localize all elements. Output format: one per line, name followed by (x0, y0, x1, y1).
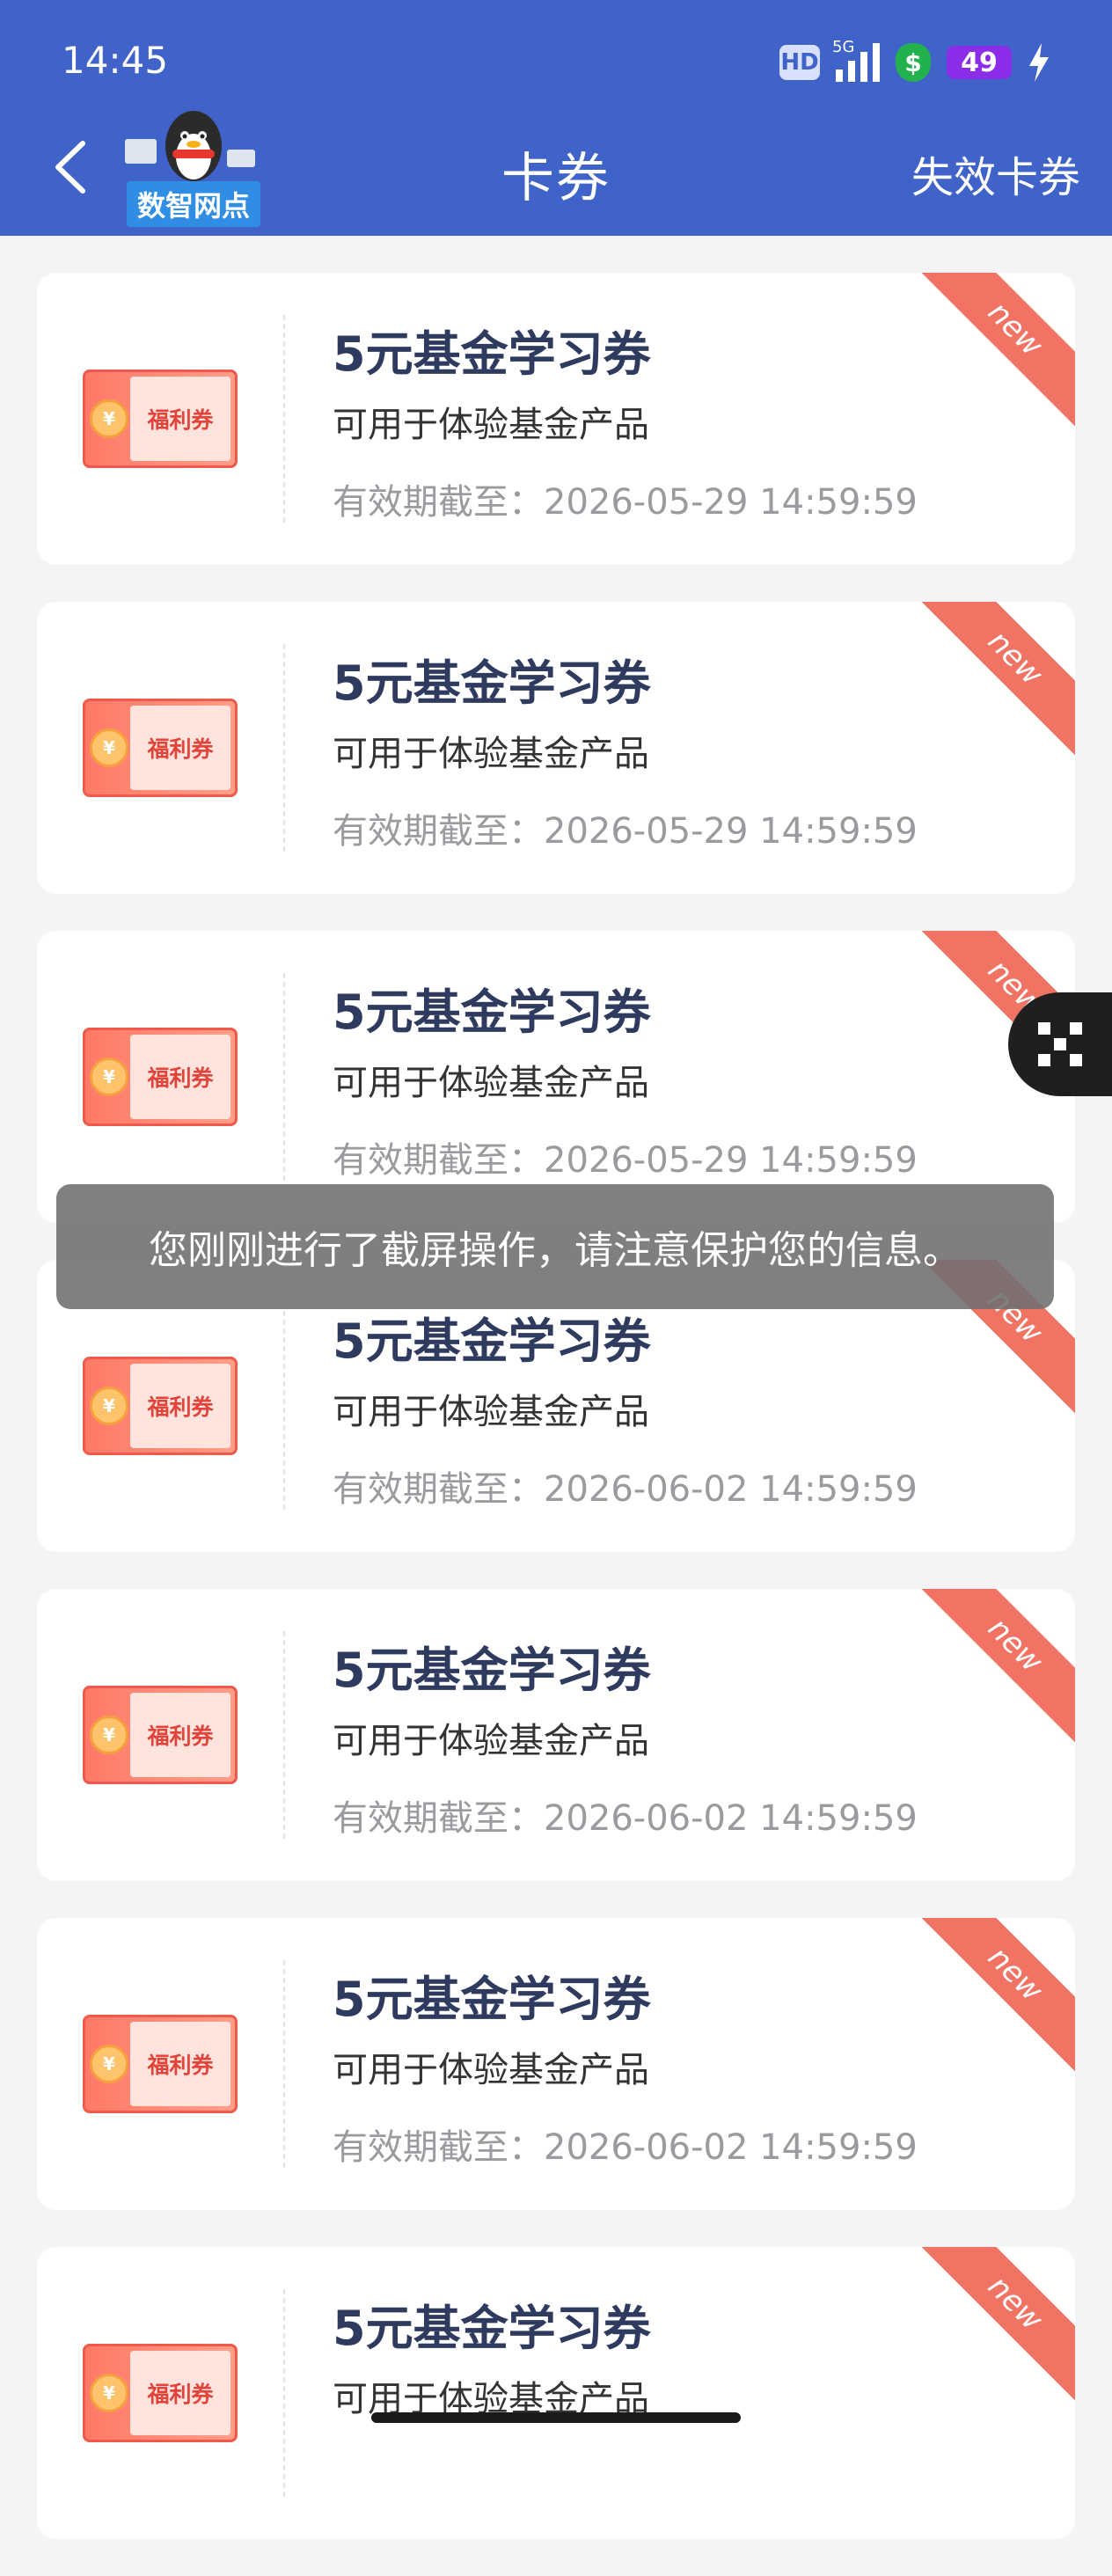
status-time: 14:45 (62, 39, 169, 82)
coupon-card[interactable]: ¥ 福利券 5元基金学习券 可用于体验基金产品 new (37, 2247, 1075, 2539)
card-divider (283, 2289, 285, 2497)
card-divider (283, 973, 285, 1181)
coupon-card[interactable]: ¥ 福利券 5元基金学习券 可用于体验基金产品 有效期截至：2026-06-02… (37, 1589, 1075, 1881)
voucher-badge-label: 福利券 (130, 2022, 230, 2106)
coupon-title: 5元基金学习券 (333, 1643, 651, 1698)
coupon-card[interactable]: ¥ 福利券 5元基金学习券 可用于体验基金产品 有效期截至：2026-05-29… (37, 273, 1075, 565)
coupon-expiry: 有效期截至：2026-06-02 14:59:59 (333, 1798, 918, 1839)
coin-icon: ¥ (90, 1057, 128, 1096)
card-divider (283, 315, 285, 523)
expired-coupons-link[interactable]: 失效卡券 (911, 143, 1080, 204)
card-divider (283, 1960, 285, 2168)
coupon-title: 5元基金学习券 (333, 2301, 651, 2356)
voucher-badge-label: 福利券 (130, 377, 230, 461)
charging-icon (1029, 43, 1049, 82)
coupon-description: 可用于体验基金产品 (333, 2050, 649, 2090)
home-indicator[interactable] (371, 2412, 741, 2423)
coin-icon: ¥ (90, 399, 128, 438)
coupon-expiry: 有效期截至：2026-05-29 14:59:59 (333, 482, 918, 523)
card-divider (283, 1302, 285, 1510)
voucher-icon: ¥ 福利券 (83, 2015, 238, 2113)
new-ribbon: new (915, 1589, 1075, 1745)
voucher-badge-label: 福利券 (130, 706, 230, 790)
new-ribbon: new (915, 273, 1075, 429)
coupon-expiry: 有效期截至：2026-05-29 14:59:59 (333, 811, 918, 852)
voucher-icon: ¥ 福利券 (83, 1028, 238, 1126)
card-divider (283, 1631, 285, 1839)
coupon-title: 5元基金学习券 (333, 1972, 651, 2027)
voucher-badge-label: 福利券 (130, 1035, 230, 1119)
coupon-expiry: 有效期截至：2026-06-02 14:59:59 (333, 2127, 918, 2168)
coupon-description: 可用于体验基金产品 (333, 734, 649, 774)
new-ribbon: new (915, 602, 1075, 758)
coupon-title: 5元基金学习券 (333, 326, 651, 382)
new-ribbon: new (915, 1918, 1075, 2075)
coin-icon: ¥ (90, 2045, 128, 2083)
coupon-description: 可用于体验基金产品 (333, 405, 649, 445)
coin-icon: ¥ (90, 728, 128, 767)
coupon-expiry: 有效期截至：2026-06-02 14:59:59 (333, 1469, 918, 1510)
payment-shield-icon: $ (896, 43, 931, 82)
card-divider (283, 644, 285, 852)
coupon-description: 可用于体验基金产品 (333, 1063, 649, 1103)
voucher-badge-label: 福利券 (130, 2351, 230, 2435)
voucher-badge-label: 福利券 (130, 1364, 230, 1448)
voucher-icon: ¥ 福利券 (83, 2344, 238, 2442)
coin-icon: ¥ (90, 1387, 128, 1425)
coupon-card[interactable]: ¥ 福利券 5元基金学习券 可用于体验基金产品 有效期截至：2026-06-02… (37, 1918, 1075, 2210)
status-icons: HD 5G $ 49 (779, 38, 1050, 86)
coupon-list: ¥ 福利券 5元基金学习券 可用于体验基金产品 有效期截至：2026-05-29… (37, 273, 1075, 2576)
top-app-bar: 14:45 HD 5G $ 49 数智网点 卡券 失效卡券 (0, 0, 1112, 236)
voucher-badge-label: 福利券 (130, 1693, 230, 1777)
coupon-title: 5元基金学习券 (333, 984, 651, 1040)
floating-grid-button[interactable] (1008, 992, 1112, 1096)
voucher-icon: ¥ 福利券 (83, 1357, 238, 1455)
coin-icon: ¥ (90, 1716, 128, 1754)
voucher-icon: ¥ 福利券 (83, 699, 238, 797)
battery-icon: 49 (947, 46, 1012, 79)
coupon-title: 5元基金学习券 (333, 655, 651, 711)
screenshot-toast: 您刚刚进行了截屏操作，请注意保护您的信息。 (56, 1184, 1054, 1309)
grid-collapse-icon (1038, 1022, 1082, 1066)
coupon-card[interactable]: ¥ 福利券 5元基金学习券 可用于体验基金产品 有效期截至：2026-05-29… (37, 602, 1075, 894)
hd-icon: HD (779, 45, 820, 80)
coupon-expiry: 有效期截至：2026-05-29 14:59:59 (333, 1140, 918, 1181)
coupon-card[interactable]: ¥ 福利券 5元基金学习券 可用于体验基金产品 有效期截至：2026-05-29… (37, 931, 1075, 1223)
coupon-title: 5元基金学习券 (333, 1314, 651, 1369)
new-ribbon: new (915, 2247, 1075, 2404)
coupon-description: 可用于体验基金产品 (333, 1721, 649, 1761)
coin-icon: ¥ (90, 2374, 128, 2412)
voucher-icon: ¥ 福利券 (83, 370, 238, 468)
voucher-icon: ¥ 福利券 (83, 1686, 238, 1784)
coupon-description: 可用于体验基金产品 (333, 1392, 649, 1432)
network-type-label: 5G (832, 38, 855, 56)
signal-icon: 5G (832, 38, 880, 82)
